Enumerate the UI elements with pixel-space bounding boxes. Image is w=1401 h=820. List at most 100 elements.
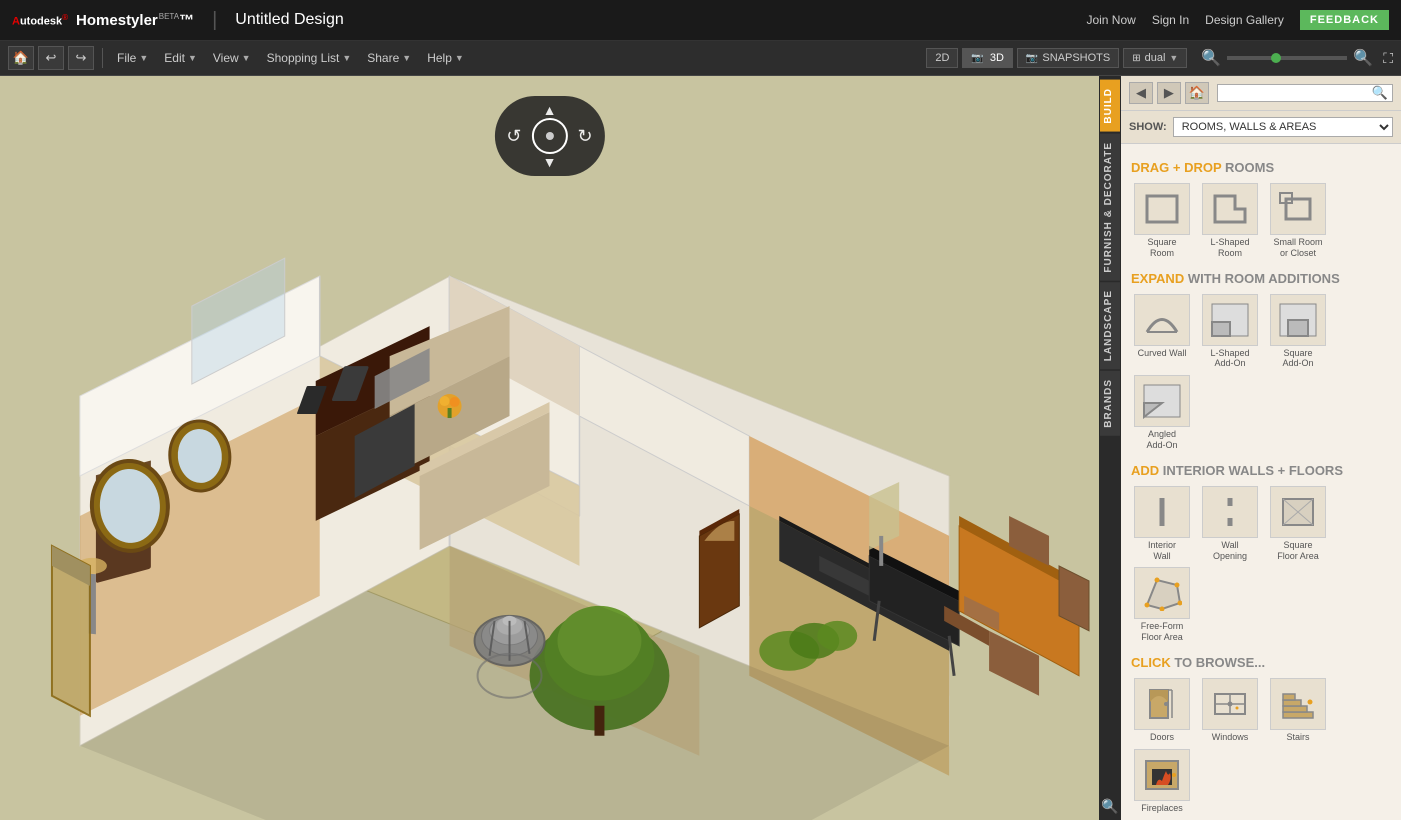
windows-icon [1202, 678, 1258, 730]
expand-header: EXPAND WITH ROOM ADDITIONS [1131, 271, 1391, 286]
file-menu[interactable]: File ▼ [111, 47, 154, 69]
toolbar: 🏠 ↩ ↪ File ▼ Edit ▼ View ▼ Shopping List… [0, 41, 1401, 76]
stairs-item[interactable]: Stairs [1267, 678, 1329, 743]
zoom-in-button[interactable]: 🔍 [1351, 48, 1375, 68]
fireplaces-icon [1134, 749, 1190, 801]
square-addon-item[interactable]: SquareAdd-On [1267, 294, 1329, 370]
top-bar: Autodesk® HomestylerBETA™ | Untitled Des… [0, 0, 1401, 41]
logo-area: Autodesk® HomestylerBETA™ | Untitled Des… [12, 9, 344, 32]
wall-opening-item[interactable]: WallOpening [1199, 486, 1261, 562]
drag-drop-grid: SquareRoom L-ShapedRoom [1131, 183, 1391, 259]
square-room-item[interactable]: SquareRoom [1131, 183, 1193, 259]
top-nav: Join Now Sign In Design Gallery FEEDBACK [1086, 10, 1389, 30]
dual-caret: ▼ [1169, 53, 1178, 63]
nav-up[interactable]: ▲ [543, 102, 557, 118]
show-row: SHOW: ROOMS, WALLS & AREAS [1121, 111, 1401, 144]
2d-button[interactable]: 2D [926, 48, 958, 68]
l-shaped-room-icon [1202, 183, 1258, 235]
wall-opening-icon [1202, 486, 1258, 538]
edit-caret: ▼ [188, 53, 197, 63]
edit-menu[interactable]: Edit ▼ [158, 47, 203, 69]
stairs-icon [1270, 678, 1326, 730]
design-gallery-link[interactable]: Design Gallery [1205, 13, 1284, 27]
search-icon[interactable]: 🔍 [1368, 85, 1392, 101]
furnish-tab[interactable]: FURNISH & DECORATE [1100, 134, 1120, 281]
magnify-button[interactable]: 🔍 [1100, 796, 1120, 816]
share-menu[interactable]: Share ▼ [361, 47, 417, 69]
curved-wall-item[interactable]: Curved Wall [1131, 294, 1193, 370]
forward-button[interactable]: ▶ [1157, 82, 1181, 104]
view-toggle: 2D 📷 3D 📷 SNAPSHOTS ⊞ dual ▼ [926, 48, 1187, 68]
doors-item[interactable]: Doors [1131, 678, 1193, 743]
shopping-list-menu[interactable]: Shopping List ▼ [261, 47, 358, 69]
nav-rotate-left[interactable]: ↺ [506, 126, 521, 147]
view-caret: ▼ [242, 53, 251, 63]
snapshots-button[interactable]: 📷 SNAPSHOTS [1017, 48, 1119, 68]
sign-in-link[interactable]: Sign In [1152, 13, 1189, 27]
angled-addon-item[interactable]: AngledAdd-On [1131, 375, 1193, 451]
help-menu[interactable]: Help ▼ [421, 47, 470, 69]
zoom-out-button[interactable]: 🔍 [1199, 48, 1223, 68]
square-room-icon [1134, 183, 1190, 235]
expand-grid: Curved Wall L-ShapedAdd-On [1131, 294, 1391, 451]
navigation-controls: ↺ ▲ ▼ ↻ [494, 96, 604, 176]
nav-oval: ↺ ▲ ▼ ↻ [494, 96, 604, 176]
separator-1 [102, 48, 103, 68]
l-shaped-addon-icon [1202, 294, 1258, 346]
fireplaces-item[interactable]: Fireplaces [1131, 749, 1193, 814]
undo-button[interactable]: ↩ [38, 46, 64, 70]
help-caret: ▼ [455, 53, 464, 63]
square-floor-icon [1270, 486, 1326, 538]
panel-nav: ◀ ▶ 🏠 🔍 [1121, 76, 1401, 111]
interior-wall-icon [1134, 486, 1190, 538]
right-side: BUILD FURNISH & DECORATE LANDSCAPE BRAND… [1099, 76, 1401, 820]
3d-button[interactable]: 📷 3D [962, 48, 1013, 68]
small-room-icon [1270, 183, 1326, 235]
side-tabs: BUILD FURNISH & DECORATE LANDSCAPE BRAND… [1099, 76, 1121, 820]
title-divider: | [212, 9, 217, 32]
autodesk-logo: Autodesk® [12, 13, 68, 28]
landscape-tab[interactable]: LANDSCAPE [1100, 282, 1120, 369]
doors-icon [1134, 678, 1190, 730]
freeform-floor-icon [1134, 567, 1190, 619]
back-button[interactable]: ◀ [1129, 82, 1153, 104]
add-walls-grid: InteriorWall WallOpening [1131, 486, 1391, 643]
beta-badge: BETA [159, 12, 179, 21]
small-room-item[interactable]: Small Roomor Closet [1267, 183, 1329, 259]
show-select[interactable]: ROOMS, WALLS & AREAS [1173, 117, 1393, 137]
home-icon-button[interactable]: 🏠 [8, 46, 34, 70]
windows-item[interactable]: Windows [1199, 678, 1261, 743]
zoom-slider[interactable] [1227, 56, 1347, 60]
share-caret: ▼ [402, 53, 411, 63]
angled-addon-icon [1134, 375, 1190, 427]
file-caret: ▼ [139, 53, 148, 63]
feedback-button[interactable]: FEEDBACK [1300, 10, 1389, 30]
fullscreen-button[interactable]: ⛶ [1383, 50, 1393, 67]
home-panel-button[interactable]: 🏠 [1185, 82, 1209, 104]
l-shaped-room-item[interactable]: L-ShapedRoom [1199, 183, 1261, 259]
curved-wall-icon [1134, 294, 1190, 346]
nav-center[interactable] [532, 118, 568, 154]
shopping-caret: ▼ [342, 53, 351, 63]
brands-tab[interactable]: BRANDS [1100, 371, 1120, 436]
view-menu[interactable]: View ▼ [207, 47, 257, 69]
nav-down[interactable]: ▼ [543, 154, 557, 170]
floor-plan-svg [0, 76, 1099, 820]
homestyler-text: HomestylerBETA™ [76, 12, 194, 29]
canvas-area[interactable]: ↺ ▲ ▼ ↻ [0, 76, 1099, 820]
click-browse-header: CLICK TO BROWSE... [1131, 655, 1391, 670]
drag-drop-header: DRAG + DROP ROOMS [1131, 160, 1391, 175]
dual-button[interactable]: ⊞ dual ▼ [1123, 48, 1187, 68]
join-now-link[interactable]: Join Now [1086, 13, 1135, 27]
redo-button[interactable]: ↪ [68, 46, 94, 70]
search-input[interactable] [1218, 85, 1368, 101]
add-walls-header: ADD INTERIOR WALLS + FLOORS [1131, 463, 1391, 478]
interior-wall-item[interactable]: InteriorWall [1131, 486, 1193, 562]
build-tab[interactable]: BUILD [1100, 80, 1120, 132]
right-panel: ◀ ▶ 🏠 🔍 SHOW: ROOMS, WALLS & AREAS [1121, 76, 1401, 820]
nav-rotate-right[interactable]: ↻ [578, 126, 593, 147]
l-shaped-addon-item[interactable]: L-ShapedAdd-On [1199, 294, 1261, 370]
freeform-floor-item[interactable]: Free-FormFloor Area [1131, 567, 1193, 643]
square-floor-item[interactable]: SquareFloor Area [1267, 486, 1329, 562]
click-browse-grid: Doors Windows [1131, 678, 1391, 814]
